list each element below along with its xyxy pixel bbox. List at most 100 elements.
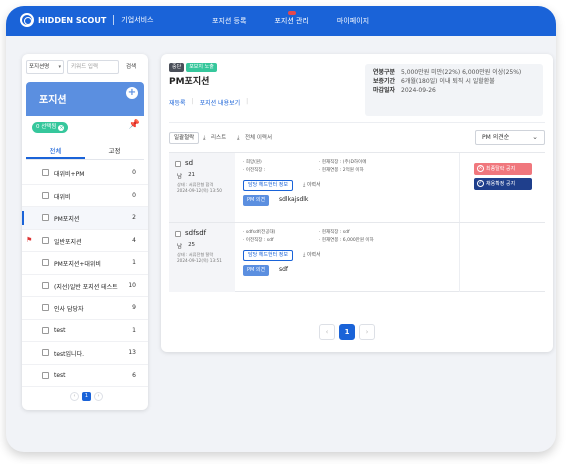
candidate-summary: sd 남 21 상태 : 서류전형 합격 2024-09-12(목) 13:50	[169, 153, 235, 222]
nav-mypage[interactable]: 마이페이지	[337, 16, 369, 26]
item-count: 13	[128, 349, 136, 356]
bulk-reject-button[interactable]: 일괄철락	[169, 132, 200, 144]
list-download-link[interactable]: 리스트	[211, 132, 226, 144]
item-checkbox[interactable]	[42, 304, 49, 311]
list-item[interactable]: (지선)일반 포지션 테스트 10	[22, 275, 148, 297]
item-count: 4	[132, 236, 136, 244]
all-resume-link[interactable]: 전체 이력서	[245, 132, 272, 144]
link-divider: |	[246, 98, 249, 105]
close-icon[interactable]: ×	[58, 124, 65, 131]
brand-divider	[113, 15, 115, 25]
sidebar-header: 포지션 +	[26, 82, 144, 116]
next-page-button[interactable]: ›	[359, 324, 375, 340]
prev-page-button[interactable]: ‹	[319, 324, 335, 340]
item-count: 1	[132, 326, 136, 334]
hire-confirm-button[interactable]: ✓ 채용확정 공지	[474, 178, 532, 190]
check-icon: ✓	[477, 180, 484, 187]
item-checkbox[interactable]	[42, 349, 49, 356]
candidate-name[interactable]: sdfsdf	[185, 229, 206, 237]
list-item[interactable]: 인사 담당자 9	[22, 297, 148, 320]
reopen-link[interactable]: 재등록	[169, 98, 186, 107]
search-button[interactable]: 검색	[122, 60, 140, 74]
resume-link[interactable]: ⤓ 이력서	[303, 251, 321, 258]
item-checkbox[interactable]	[42, 236, 49, 244]
detail-line: · 현재직장 : (주)D하이에	[319, 160, 367, 165]
current-page-button[interactable]: 1	[82, 392, 91, 401]
list-item[interactable]: 대위비+PM 0	[22, 162, 148, 185]
list-item[interactable]: test입니다. 13	[22, 342, 148, 365]
list-item[interactable]: test 6	[22, 365, 148, 387]
current-page-button[interactable]: 1	[339, 324, 355, 340]
headhunter-info-button[interactable]: 담당 헤드헌터 정보	[243, 250, 293, 261]
brand-logo[interactable]: HIDDEN SCOUT 기업서비스	[20, 13, 154, 27]
pm-opinion-label: PM 의견	[243, 265, 270, 276]
candidate-meta: 상태 : 서류전형 탈락 2024-09-12(목) 13:51	[177, 252, 222, 264]
flag-icon: ⚑	[26, 235, 33, 244]
item-checkbox[interactable]	[42, 214, 49, 221]
next-page-button[interactable]: ›	[94, 392, 103, 401]
candidate-pagination: ‹ 1 ›	[319, 324, 375, 340]
list-item-active[interactable]: PM포지션 2	[22, 207, 148, 230]
selected-count-chip[interactable]: 0 선택됨 ×	[32, 122, 69, 133]
view-position-link[interactable]: 포지션 내용보기	[200, 98, 241, 107]
item-checkbox[interactable]	[42, 259, 49, 266]
sidebar-search: 포지션명 키워드 입력 검색	[26, 60, 140, 74]
item-label: 일반포지션	[54, 238, 82, 246]
search-filter-select[interactable]: 포지션명	[26, 60, 64, 74]
info-key: 연봉구분	[373, 69, 396, 76]
pin-icon[interactable]: 📌	[129, 120, 140, 130]
resume-link[interactable]: ⤓ 이력서	[303, 181, 321, 188]
download-icon[interactable]: ⤓	[237, 132, 239, 144]
detail-line: · 희망(원)	[243, 160, 262, 165]
search-input[interactable]: 키워드 입력	[67, 60, 119, 74]
add-position-icon[interactable]: +	[126, 87, 138, 99]
sidebar-tabs: 전체 고정	[26, 144, 144, 160]
list-item[interactable]: PM포지션+대위비 1	[22, 252, 148, 275]
nav-active-badge	[287, 11, 296, 15]
tab-pinned[interactable]: 고정	[85, 144, 144, 159]
candidate-checkbox[interactable]	[175, 161, 181, 167]
position-detail-panel: 중단 포보지 노출 PM포지션 재등록 | 포지션 내용보기 | 연봉구분 5,…	[161, 54, 553, 352]
item-checkbox[interactable]	[42, 281, 49, 289]
position-info-box: 연봉구분 5,000만원 미만(22%) 6,000만원 이상(25%) 보증기…	[365, 64, 543, 116]
final-reject-label: 최종탈락 공지	[486, 166, 516, 172]
candidate-checkbox[interactable]	[175, 231, 181, 237]
page-title: PM포지션	[169, 77, 210, 87]
final-reject-button[interactable]: × 최종탈락 공지	[474, 163, 532, 175]
candidate-row: sdfsdf 남 25 상태 : 서류전형 탈락 2024-09-12(목) 1…	[169, 222, 545, 292]
candidate-date: 2024-09-12(목) 13:50	[177, 188, 222, 193]
candidate-details: · 희망(원) · 이전직장 : · 현재직장 : (주)D하이에 · 현재연봉…	[241, 153, 455, 222]
candidate-actions: × 최종탈락 공지 ✓ 채용확정 공지	[459, 153, 545, 222]
position-links: 재등록 | 포지션 내용보기 |	[169, 98, 248, 107]
candidate-name[interactable]: sd	[185, 159, 193, 167]
item-checkbox[interactable]	[42, 326, 49, 334]
sort-select[interactable]: PM 의견순 ⌄	[475, 130, 545, 145]
candidate-toolbar: 일괄철락 ⤓ 리스트 ⤓ 전체 이력서 PM 의견순 ⌄	[169, 130, 545, 146]
sort-select-value: PM 의견순	[482, 134, 510, 141]
item-checkbox[interactable]	[42, 371, 49, 379]
section-divider	[169, 122, 545, 123]
nav-position-register[interactable]: 포지션 등록	[212, 16, 246, 26]
item-label: (지선)일반 포지션 테스트	[54, 283, 118, 291]
info-row-guarantee: 보증기간 6개월(180일) 이내 퇴직 시 일할환불	[373, 78, 535, 86]
info-row-deadline: 마감일자 2024-09-26	[373, 87, 535, 95]
item-checkbox[interactable]	[42, 169, 49, 176]
list-item[interactable]: ⚑ 일반포지션 4	[22, 230, 148, 252]
position-sidebar: 포지션명 키워드 입력 검색 포지션 + 0 선택됨 × 📌 전체 고정 대위비…	[22, 54, 148, 410]
info-value: 2024-09-26	[401, 87, 436, 94]
headhunter-info-button[interactable]: 담당 헤드헌터 정보	[243, 180, 293, 191]
candidate-age: 25	[188, 242, 196, 248]
item-checkbox[interactable]	[42, 191, 49, 199]
tab-all[interactable]: 전체	[26, 144, 85, 159]
list-item[interactable]: test 1	[22, 320, 148, 342]
candidate-date: 2024-09-12(목) 13:51	[177, 258, 222, 263]
download-icon[interactable]: ⤓	[203, 132, 205, 144]
list-item[interactable]: 대위비 0	[22, 185, 148, 207]
link-divider: |	[191, 98, 194, 105]
item-count: 9	[132, 304, 136, 311]
info-key: 보증기간	[373, 78, 396, 85]
detail-line: · 이전직장 :	[243, 168, 266, 173]
item-label: test입니다.	[54, 351, 84, 358]
nav-position-manage[interactable]: 포지션 관리	[274, 11, 309, 26]
prev-page-button[interactable]: ‹	[70, 392, 79, 401]
